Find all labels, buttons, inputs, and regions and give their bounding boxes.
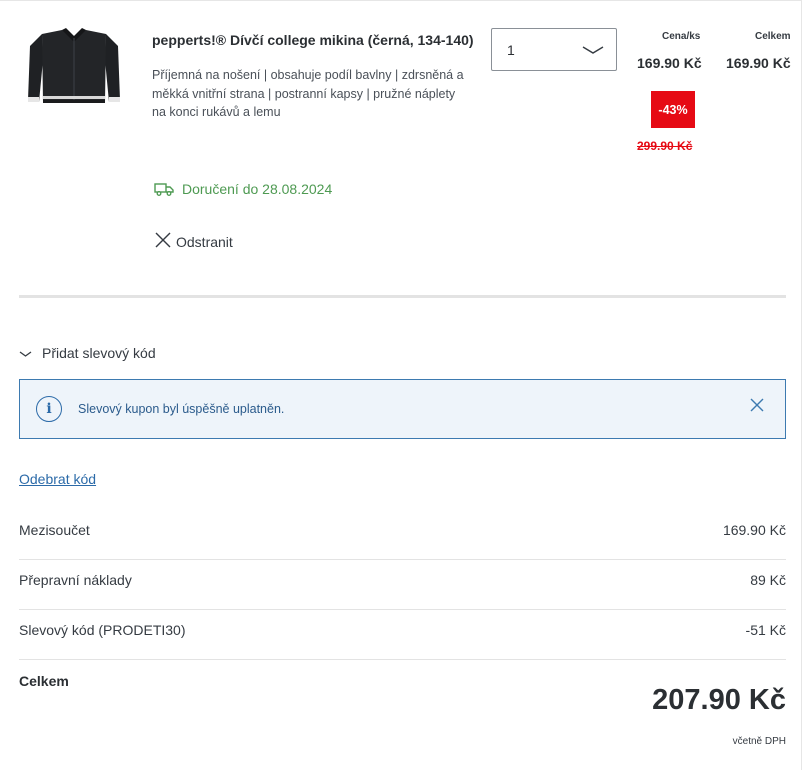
discount-code-label: Slevový kód (PRODETI30) [19, 622, 186, 638]
shipping-value: 89 Kč [750, 572, 786, 588]
alert-message: Slevový kupon byl úspěšně uplatněn. [78, 402, 285, 416]
info-icon: i [36, 396, 62, 422]
section-divider [19, 295, 786, 298]
product-title[interactable]: pepperts!® Dívčí college mikina (černá, … [152, 32, 474, 48]
quantity-select[interactable]: 1 [491, 28, 617, 71]
row-divider [19, 659, 786, 660]
close-icon [154, 231, 172, 252]
product-image[interactable] [20, 20, 128, 115]
coupon-success-alert: i Slevový kupon byl úspěšně uplatněn. [19, 379, 786, 439]
row-divider [19, 609, 786, 610]
line-total: 169.90 Kč [726, 55, 791, 71]
grand-total-value: 207.90 Kč [652, 684, 786, 716]
old-price: 299.90 Kč [637, 139, 693, 153]
truck-icon [154, 182, 174, 196]
delivery-info: Doručení do 28.08.2024 [154, 181, 332, 197]
total-header: Celkem [755, 31, 791, 42]
quantity-value: 1 [507, 41, 515, 58]
close-icon[interactable] [749, 397, 765, 418]
unit-price-header: Cena/ks [662, 31, 701, 42]
remove-item-button[interactable]: Odstranit [154, 231, 233, 252]
remove-label: Odstranit [176, 233, 233, 250]
add-coupon-label: Přidat slevový kód [42, 345, 156, 361]
chevron-down-icon [582, 42, 604, 58]
row-divider [19, 559, 786, 560]
discount-code-row: Slevový kód (PRODETI30) -51 Kč [19, 622, 786, 638]
subtotal-label: Mezisoučet [19, 522, 90, 538]
chevron-down-icon [19, 345, 32, 361]
subtotal-row: Mezisoučet 169.90 Kč [19, 522, 786, 538]
subtotal-value: 169.90 Kč [722, 522, 786, 538]
grand-total-label: Celkem [19, 673, 69, 689]
remove-code-link[interactable]: Odebrat kód [19, 471, 96, 487]
vat-note: včetně DPH [732, 736, 786, 747]
discount-code-value: -51 Kč [745, 622, 786, 638]
frame-top-border [0, 0, 802, 1]
shipping-label: Přepravní náklady [19, 572, 132, 588]
product-description: Příjemná na nošení | obsahuje podíl bavl… [152, 68, 464, 119]
discount-badge: -43% [651, 91, 695, 128]
shipping-row: Přepravní náklady 89 Kč [19, 572, 786, 588]
add-coupon-toggle[interactable]: Přidat slevový kód [19, 345, 156, 361]
unit-price: 169.90 Kč [637, 55, 702, 71]
delivery-date: Doručení do 28.08.2024 [182, 181, 333, 197]
